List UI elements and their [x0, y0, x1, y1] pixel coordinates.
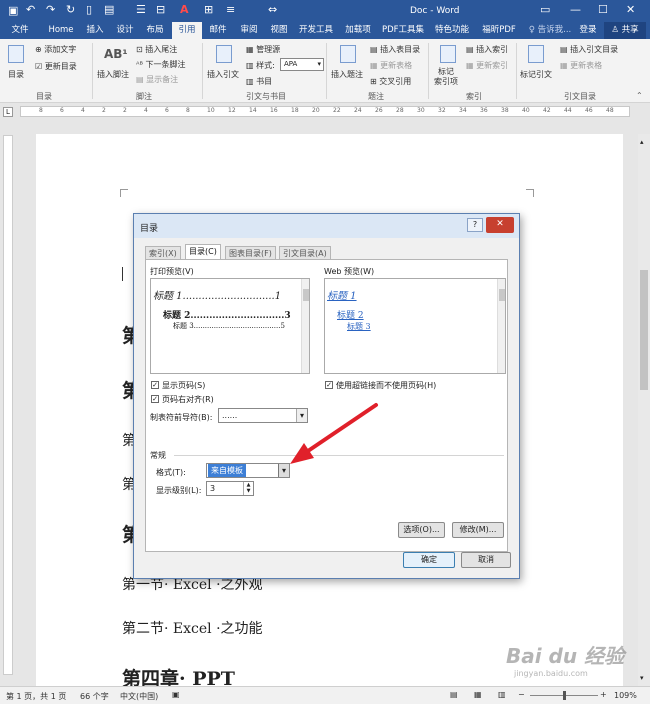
zoom-in-icon[interactable]: + [600, 690, 607, 699]
arrow-head [290, 443, 314, 464]
zoom-level[interactable]: 109% [614, 691, 637, 700]
status-bar: 第 1 页，共 1 页 66 个字 中文(中国) ▣ ▤ ▦ ▥ − + 109… [0, 686, 650, 704]
watermark-logo: Bai du 经验 [506, 644, 625, 668]
zoom-out-icon[interactable]: − [518, 690, 525, 699]
word-count[interactable]: 66 个字 [80, 691, 109, 702]
language[interactable]: 中文(中国) [120, 691, 158, 702]
zoom-slider-thumb[interactable] [563, 691, 566, 700]
red-arrow-annotation [290, 403, 378, 464]
web-layout-icon[interactable]: ▥ [498, 690, 506, 699]
read-mode-icon[interactable]: ▤ [450, 690, 458, 699]
page-count[interactable]: 第 1 页，共 1 页 [6, 691, 66, 702]
watermark: Bai du 经验 jingyan.baidu.com [506, 640, 646, 680]
macro-icon[interactable]: ▣ [172, 690, 180, 699]
print-layout-icon[interactable]: ▦ [474, 690, 482, 699]
arrow-shaft [303, 403, 378, 455]
watermark-url: jingyan.baidu.com [514, 669, 588, 678]
